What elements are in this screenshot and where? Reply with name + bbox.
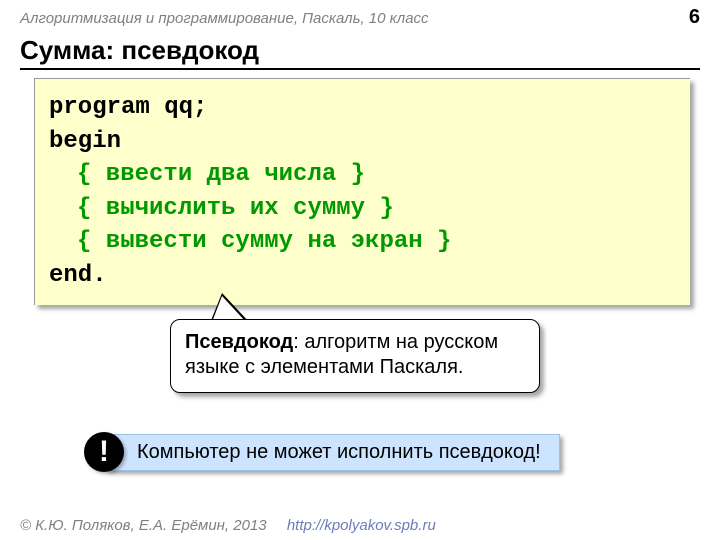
- code-block: program qq; begin { ввести два числа } {…: [34, 78, 690, 305]
- header: Алгоритмизация и программирование, Паска…: [0, 0, 720, 29]
- code-comment: { вычислить их сумму }: [49, 192, 676, 226]
- alert-text: Компьютер не может исполнить псевдокод!: [106, 434, 560, 471]
- copyright: © К.Ю. Поляков, Е.А. Ерёмин, 2013: [20, 517, 267, 534]
- footer: © К.Ю. Поляков, Е.А. Ерёмин, 2013 http:/…: [20, 517, 436, 534]
- page-number: 6: [689, 6, 700, 29]
- page-title: Сумма: псевдокод: [0, 29, 720, 68]
- title-rule: [20, 68, 700, 70]
- course-label: Алгоритмизация и программирование, Паска…: [20, 10, 429, 27]
- exclamation-icon: !: [84, 432, 124, 472]
- code-line: begin: [49, 125, 676, 159]
- callout-term: Псевдокод: [185, 331, 293, 353]
- footer-link: http://kpolyakov.spb.ru: [287, 517, 436, 534]
- callout-box: Псевдокод: алгоритм на русском языке с э…: [170, 319, 540, 393]
- code-line: end.: [49, 259, 676, 293]
- code-line: program qq;: [49, 91, 676, 125]
- code-comment: { вывести сумму на экран }: [49, 225, 676, 259]
- code-comment: { ввести два числа }: [49, 158, 676, 192]
- alert-row: ! Компьютер не может исполнить псевдокод…: [84, 432, 560, 472]
